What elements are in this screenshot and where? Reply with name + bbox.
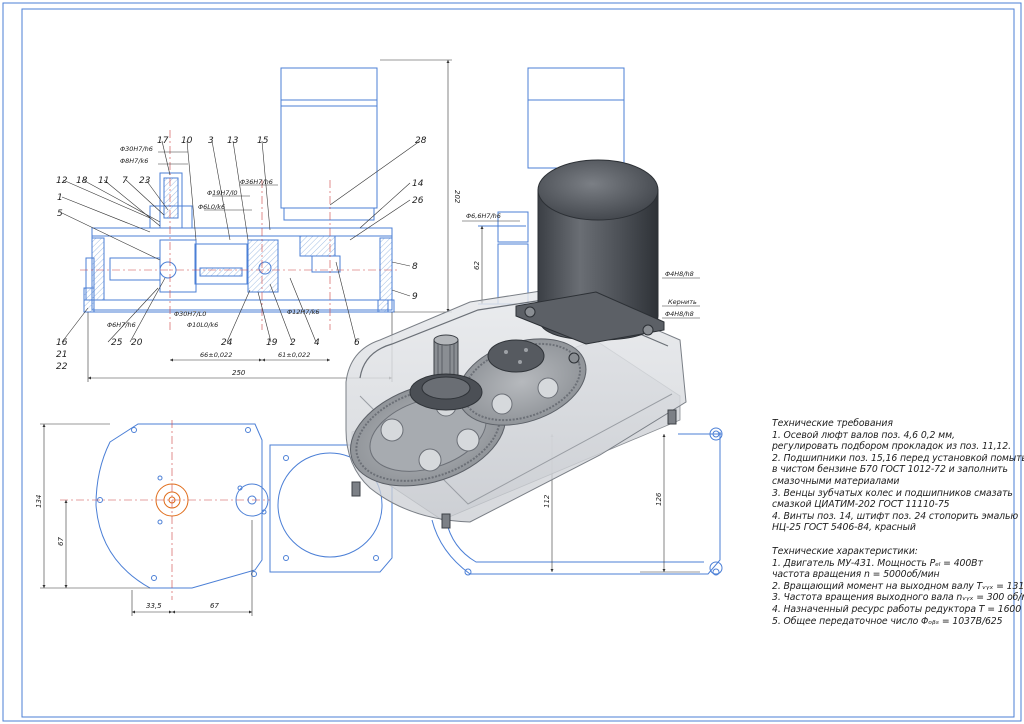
balloon-1: 1 <box>57 193 63 203</box>
balloon-12: 12 <box>56 176 68 186</box>
dim-6l0k6: Φ6L0/k6 <box>198 203 225 211</box>
balloon-24: 24 <box>221 338 233 348</box>
note-kernit: Кернить <box>668 298 697 306</box>
balloon-28: 28 <box>415 136 427 146</box>
requirement-line: 4. Винты поз. 14, штифт поз. 24 стопорит… <box>772 510 1019 522</box>
requirement-line: смазкой ЦИАТИМ-202 ГОСТ 11110-75 <box>772 499 950 511</box>
gearbox-3d-render <box>345 159 687 529</box>
balloon-22: 22 <box>56 362 68 372</box>
requirement-line: смазочными материалами <box>772 475 900 487</box>
dim-4h8h8-a: Φ4H8/h8 <box>665 270 694 278</box>
section-dimensions <box>61 59 452 382</box>
dim-30h7h6: Φ30H7/h6 <box>120 145 153 153</box>
dim-10l0k6: Φ10L0/k6 <box>187 321 218 329</box>
technical-requirements: Технические требования 1. Осевой люфт ва… <box>772 418 1024 534</box>
dim-62: 62 <box>473 261 481 270</box>
dim-67-v: 67 <box>57 537 65 546</box>
balloon-4: 4 <box>314 338 320 348</box>
dim-67-h: 67 <box>210 602 219 610</box>
balloon-11: 11 <box>98 176 109 186</box>
plan-view <box>60 420 393 600</box>
balloon-26: 26 <box>412 196 424 206</box>
requirement-line: 1. Осевой люфт валов поз. 4,6 0,2 мм, <box>772 429 955 441</box>
characteristic-line: частота вращения n = 5000об/мин <box>772 569 940 581</box>
dim-134: 134 <box>35 495 43 508</box>
balloon-5: 5 <box>57 209 63 219</box>
dim-250: 250 <box>232 369 246 377</box>
dim-8h7k6: Φ8H7/k6 <box>120 157 148 165</box>
characteristic-line: 1. Двигатель МУ-431. Мощность Pₑₗ = 400В… <box>772 557 983 569</box>
balloon-8: 8 <box>412 262 418 272</box>
dim-6-6h7h6: Φ6,6H7/h6 <box>466 212 501 220</box>
balloon-16: 16 <box>56 338 68 348</box>
dim-202: 202 <box>453 190 461 204</box>
dim-4h8h8-b: Φ4H8/h8 <box>665 310 694 318</box>
dim-112: 112 <box>543 494 551 508</box>
balloon-20: 20 <box>131 338 143 348</box>
balloon-9: 9 <box>412 292 418 302</box>
dim-33-5: 33,5 <box>146 602 162 610</box>
dim-61: 61±0,022 <box>278 351 310 359</box>
characteristics-title: Технические характеристики: <box>772 546 918 557</box>
dim-66: 66±0,022 <box>200 351 232 359</box>
dim-36h7h6: Φ36H7/h6 <box>240 178 273 186</box>
balloon-18: 18 <box>76 176 88 186</box>
balloon-6: 6 <box>354 338 360 348</box>
balloon-labels: 17 10 3 13 15 28 12 18 11 7 23 1 5 14 26… <box>56 136 427 372</box>
balloon-7: 7 <box>122 176 128 186</box>
dim-12h7k6: Φ12H7/k6 <box>287 308 320 316</box>
requirement-line: в чистом бензине Б70 ГОСТ 1012-72 и запо… <box>772 464 1008 476</box>
balloon-23: 23 <box>139 176 151 186</box>
dim-19h7l0: Φ19H7/l0 <box>207 189 238 197</box>
requirement-line: регулировать подбором прокладок из поз. … <box>772 441 1011 453</box>
plan-dimensions <box>40 423 253 616</box>
section-view <box>80 67 400 330</box>
balloon-15: 15 <box>257 136 269 146</box>
balloon-13: 13 <box>227 136 239 146</box>
balloon-21: 21 <box>56 350 67 360</box>
technical-characteristics: Технические характеристики: 1. Двигатель… <box>772 546 1024 627</box>
dim-6h7h6: Φ6H7/h6 <box>107 321 136 329</box>
requirement-line: 3. Венцы зубчатых колес и подшипников см… <box>772 487 1013 499</box>
dim-126: 126 <box>655 492 663 506</box>
requirements-title: Технические требования <box>772 418 893 429</box>
balloon-10: 10 <box>181 136 193 146</box>
characteristic-line: 3. Частота вращения выходного вала nᵥᵧₓ … <box>772 592 1024 604</box>
balloon-3: 3 <box>208 136 214 146</box>
balloon-14: 14 <box>412 179 424 189</box>
balloon-17: 17 <box>157 136 169 146</box>
balloon-19: 19 <box>266 338 278 348</box>
balloon-25: 25 <box>111 338 123 348</box>
requirement-line: НЦ-25 ГОСТ 5406-84, красный <box>772 522 916 534</box>
dim-30h7l0: Φ30H7/L0 <box>174 310 206 318</box>
balloon-2: 2 <box>290 338 296 348</box>
requirement-line: 2. Подшипники поз. 15,16 перед установко… <box>772 452 1024 464</box>
characteristic-line: 2. Вращающий момент на выходном валу Tᵥᵧ… <box>772 580 1024 592</box>
characteristic-line: 5. Общее передаточное число Φₒᵦₛ = 1037В… <box>772 615 1003 627</box>
characteristic-line: 4. Назначенный ресурс работы редуктора T… <box>772 603 1024 615</box>
